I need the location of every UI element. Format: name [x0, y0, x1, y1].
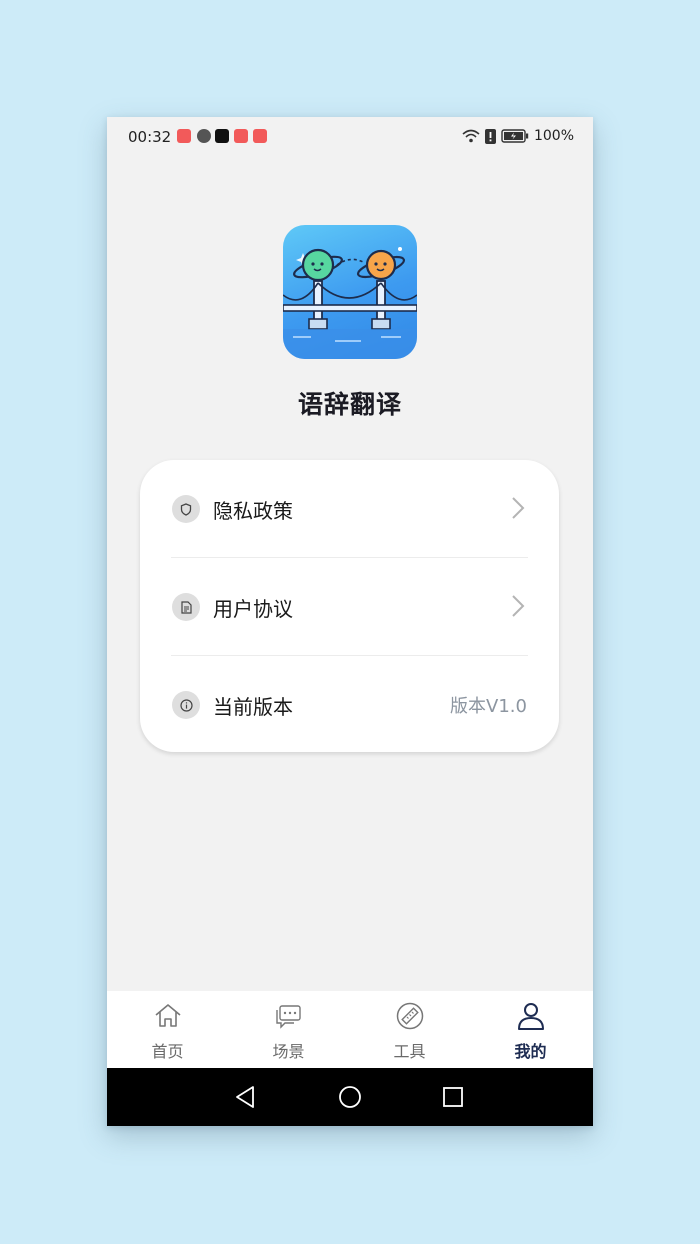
chat-icon — [276, 1005, 301, 1029]
notification-app-icon — [234, 129, 248, 143]
status-time: 00:32 — [128, 128, 172, 146]
recents-button-icon[interactable] — [438, 1082, 468, 1112]
document-icon — [172, 593, 200, 621]
notification-app-icon — [197, 129, 211, 143]
back-button-icon[interactable] — [231, 1082, 261, 1112]
menu-item-label: 用户协议 — [213, 596, 293, 621]
notification-app-icon — [177, 129, 191, 143]
chevron-right-icon — [512, 497, 525, 519]
menu-item-label: 当前版本 — [213, 694, 293, 719]
tab-label: 场景 — [272, 1042, 305, 1061]
menu-item-user-agreement[interactable]: 用户协议 — [140, 558, 559, 656]
notification-app-icon — [253, 129, 267, 143]
tab-label: 我的 — [514, 1042, 547, 1061]
bottom-tab-bar: 首页 场景 工具 我的 — [107, 991, 593, 1068]
battery-icon — [501, 129, 529, 143]
home-button-icon[interactable] — [335, 1082, 365, 1112]
status-bar: 00:32 100% — [107, 117, 593, 157]
user-icon — [518, 1003, 544, 1030]
tab-profile[interactable]: 我的 — [470, 991, 591, 1068]
settings-card: 隐私政策 用户协议 当前版本 版本V1.0 — [140, 460, 559, 752]
tab-scenes[interactable]: 场景 — [228, 991, 349, 1068]
tab-home[interactable]: 首页 — [107, 991, 228, 1068]
status-indicators: 100% — [462, 128, 574, 144]
shield-icon — [172, 495, 200, 523]
tiktok-notification-icon — [215, 129, 229, 143]
alert-icon — [484, 128, 496, 144]
home-icon — [155, 1004, 181, 1027]
menu-item-current-version[interactable]: 当前版本 版本V1.0 — [140, 656, 559, 754]
app-name: 语辞翻译 — [297, 390, 402, 419]
battery-percent: 100% — [533, 128, 574, 144]
system-navigation-bar — [107, 1068, 593, 1126]
version-value: 版本V1.0 — [450, 696, 527, 717]
ruler-icon — [396, 1002, 424, 1030]
info-icon — [172, 691, 200, 719]
app-logo — [283, 225, 417, 359]
phone-screen: 00:32 100% 语辞翻译 隐私政策 用户协议 当前版本 版本V1.0 首页… — [107, 117, 593, 1126]
menu-item-privacy-policy[interactable]: 隐私政策 — [140, 460, 559, 558]
menu-item-label: 隐私政策 — [213, 498, 293, 523]
wifi-icon — [462, 129, 480, 143]
tab-label: 工具 — [393, 1042, 426, 1061]
tab-label: 首页 — [151, 1042, 184, 1061]
chevron-right-icon — [512, 595, 525, 617]
tab-tools[interactable]: 工具 — [349, 991, 470, 1068]
